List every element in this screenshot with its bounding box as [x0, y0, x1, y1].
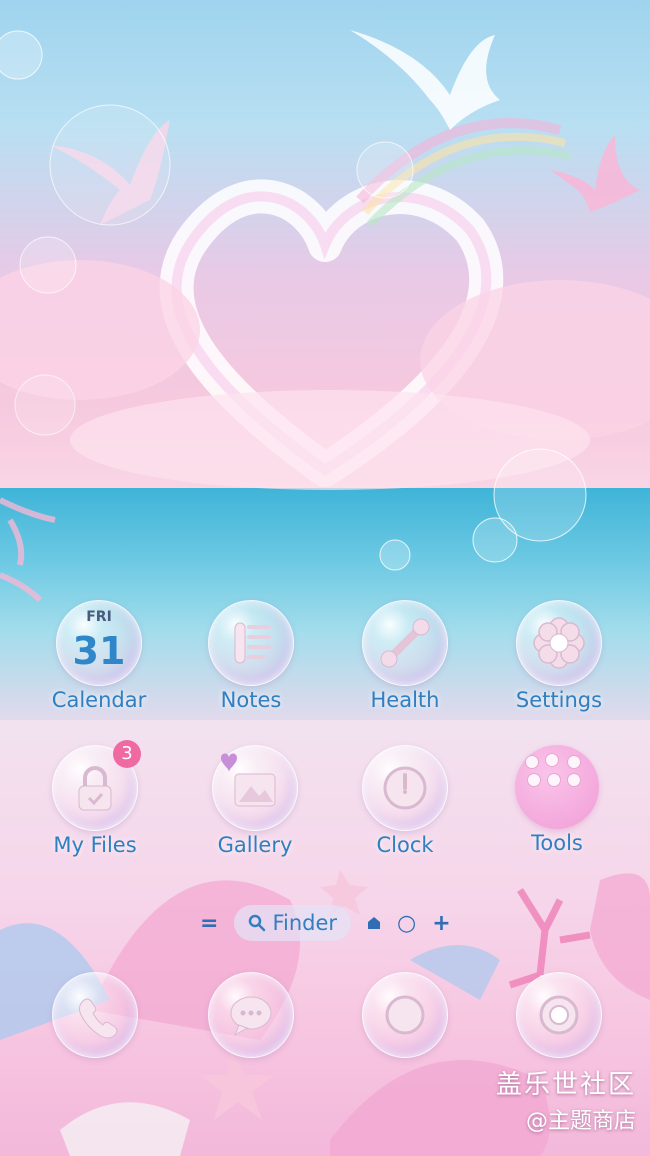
- home-screen: FRI 31 Calendar Notes Health Settings 3 …: [0, 0, 650, 1156]
- dock-messages[interactable]: [186, 972, 316, 1058]
- page-indicator-bar: = Finder ○ +: [200, 902, 451, 944]
- messages-icon: [208, 972, 294, 1058]
- watermark-line1: 盖乐世社区: [495, 1070, 636, 1100]
- home-icon[interactable]: [367, 916, 381, 930]
- phone-icon: [52, 972, 138, 1058]
- app-clock[interactable]: Clock: [340, 745, 470, 857]
- finder-search-button[interactable]: Finder: [234, 905, 352, 941]
- app-health[interactable]: Health: [340, 600, 470, 712]
- add-page-icon[interactable]: +: [432, 911, 450, 936]
- app-label: Clock: [376, 833, 434, 857]
- notes-icon: [208, 600, 294, 686]
- folder-lock-icon: 3: [52, 740, 141, 831]
- calendar-icon: FRI 31: [56, 600, 142, 686]
- app-tools[interactable]: Tools: [492, 745, 622, 855]
- health-icon: [362, 600, 448, 686]
- app-label: Gallery: [217, 833, 293, 857]
- dock-camera[interactable]: [494, 972, 624, 1058]
- camera-icon: [516, 972, 602, 1058]
- finder-label: Finder: [272, 911, 338, 935]
- calendar-date: 31: [72, 629, 126, 673]
- menu-icon[interactable]: =: [200, 911, 218, 936]
- app-my-files[interactable]: 3 My Files: [30, 740, 160, 857]
- wallpaper-sky: [0, 0, 650, 500]
- dock-internet[interactable]: [340, 972, 470, 1058]
- watermark-line2: @主题商店: [525, 1109, 636, 1134]
- app-notes[interactable]: Notes: [186, 600, 316, 712]
- app-calendar[interactable]: FRI 31 Calendar: [34, 600, 164, 712]
- app-label: Tools: [531, 831, 583, 855]
- app-label: Notes: [220, 688, 282, 712]
- dock-phone[interactable]: [30, 972, 160, 1058]
- internet-icon: [362, 972, 448, 1058]
- app-label: My Files: [53, 833, 137, 857]
- app-label: Calendar: [51, 688, 147, 712]
- notification-badge: 3: [113, 740, 141, 768]
- app-label: Health: [370, 688, 440, 712]
- gallery-icon: [212, 745, 298, 831]
- clock-icon: [362, 745, 448, 831]
- app-gallery[interactable]: Gallery: [190, 745, 320, 857]
- gear-icon: [516, 600, 602, 686]
- search-icon: [249, 914, 266, 932]
- watermark: 盖乐世社区 @主题商店: [496, 1064, 636, 1135]
- tools-folder-icon: [515, 745, 599, 829]
- page-dot-icon[interactable]: ○: [397, 911, 416, 936]
- app-label: Settings: [515, 688, 603, 712]
- calendar-day: FRI: [86, 609, 112, 625]
- app-settings[interactable]: Settings: [494, 600, 624, 712]
